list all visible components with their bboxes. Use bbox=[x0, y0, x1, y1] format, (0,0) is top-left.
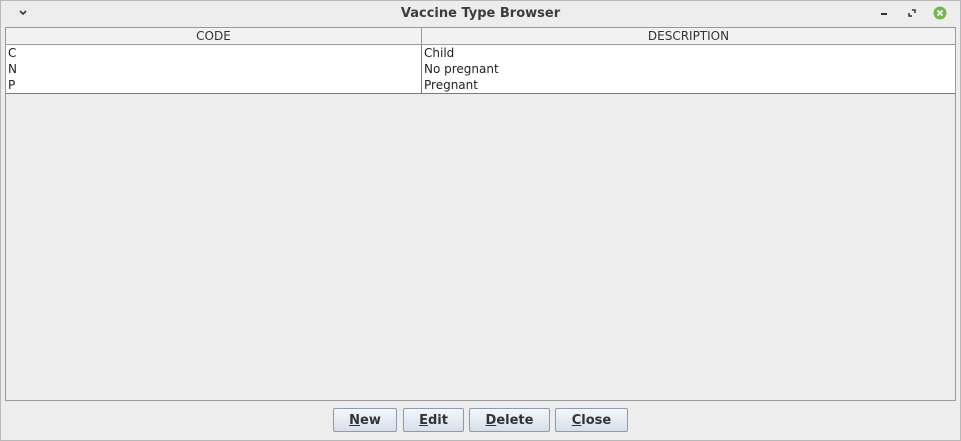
table-header: CODE DESCRIPTION bbox=[6, 28, 955, 45]
cell-code: P bbox=[6, 77, 422, 93]
restore-icon[interactable] bbox=[904, 5, 920, 21]
table-row[interactable]: C Child bbox=[6, 45, 955, 62]
table-row[interactable]: P Pregnant bbox=[6, 77, 955, 94]
title-bar[interactable]: Vaccine Type Browser bbox=[1, 1, 960, 27]
cell-description: No pregnant bbox=[424, 62, 499, 76]
cell-description: Pregnant bbox=[424, 78, 478, 92]
close-button[interactable]: Close bbox=[555, 408, 628, 432]
cell-code: C bbox=[6, 45, 422, 61]
table-row[interactable]: N No pregnant bbox=[6, 61, 955, 78]
window-title: Vaccine Type Browser bbox=[400, 6, 561, 21]
column-header-description[interactable]: DESCRIPTION bbox=[422, 28, 955, 44]
button-bar: New Edit Delete Close bbox=[1, 407, 960, 435]
vaccine-type-browser-window: Vaccine Type Browser CODE DESCRIPTION C … bbox=[0, 0, 961, 441]
new-button[interactable]: New bbox=[333, 408, 397, 432]
edit-button[interactable]: Edit bbox=[403, 408, 464, 432]
vaccine-type-table: CODE DESCRIPTION C Child N No pregnant P… bbox=[5, 27, 956, 401]
delete-button[interactable]: Delete bbox=[469, 408, 550, 432]
minimize-icon[interactable] bbox=[876, 5, 892, 21]
close-icon[interactable] bbox=[932, 5, 948, 21]
cell-code: N bbox=[6, 61, 422, 77]
column-header-code[interactable]: CODE bbox=[6, 28, 422, 44]
cell-description: Child bbox=[424, 46, 455, 60]
